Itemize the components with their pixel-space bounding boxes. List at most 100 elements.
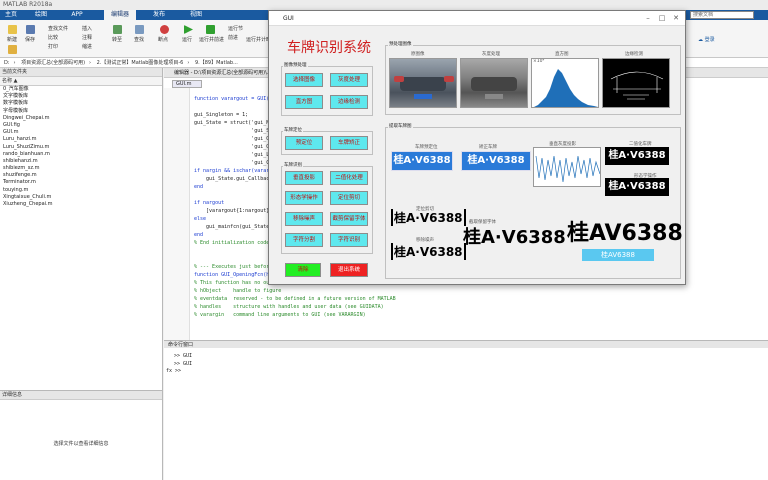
clear-button[interactable]: 清除 [285, 263, 321, 277]
binary-plate-image: 桂A·V6388 [605, 147, 669, 165]
file-item[interactable]: touying.m [0, 187, 162, 194]
address-segment[interactable]: 9.【89】Matlab... [195, 60, 238, 66]
file-item[interactable]: GUI.fig [0, 122, 162, 129]
edge-detect-button[interactable]: 边缘检测 [330, 95, 368, 109]
run-advance-button[interactable]: 运行并前进 [199, 36, 224, 43]
binarize-button[interactable]: 二值化处理 [330, 171, 368, 185]
code-line: gui_Singleton = 1; [194, 112, 249, 118]
keep-font-plate: 桂A·V6388 [463, 227, 566, 248]
exit-button[interactable]: 退出系统 [330, 263, 368, 277]
file-item[interactable]: 数字模板库 [0, 100, 162, 107]
prelocate-plate-label: 车牌预定位 [415, 145, 438, 150]
precise-crop-plate: 桂A·V6388 [391, 209, 466, 226]
histogram-button[interactable]: 直方图 [285, 95, 323, 109]
new-icon[interactable] [8, 25, 17, 34]
insert-button[interactable]: 插入 [82, 25, 92, 32]
address-segment[interactable]: D: [4, 60, 10, 66]
details-hint: 选择文件以查看详细信息 [53, 441, 109, 447]
prelocate-button[interactable]: 预定位 [285, 136, 323, 150]
goto-icon[interactable] [113, 25, 122, 34]
command-window-title: 命令行窗口 [164, 340, 768, 348]
histogram-chart: ×10⁴ [531, 58, 599, 108]
file-item[interactable]: Terminator.m [0, 179, 162, 186]
search-input[interactable]: 搜索文档 [690, 11, 754, 19]
details-panel: 详细信息 选择文件以查看详细信息 [0, 390, 163, 480]
prelocated-plate-image: 桂A·V6388 [391, 151, 453, 171]
command-history: >> GUI >> GUI [174, 352, 192, 368]
tab-home[interactable]: 主页 [0, 10, 22, 20]
tab-publish[interactable]: 发布 [146, 10, 172, 20]
gui-window: GUI – □ ✕ 车牌识别系统 图像预处理 选择图像 灰度处理 直方图 边缘检… [268, 10, 686, 285]
indent-button[interactable]: 缩进 [82, 43, 92, 50]
code-line: % eventdata reserved - to be defined in … [194, 296, 396, 302]
minimize-icon[interactable]: – [641, 11, 655, 26]
run-section-button[interactable]: 运行节 [228, 25, 243, 32]
remove-noise-button[interactable]: 移除噪声 [285, 212, 323, 226]
morphology-button[interactable]: 形态学操作 [285, 191, 323, 205]
compare-button[interactable]: 比较 [48, 34, 58, 41]
corrected-plate-label: 矫正车牌 [479, 145, 497, 150]
file-item[interactable]: Xiuzheng_Chepai.m [0, 201, 162, 208]
file-item[interactable]: shuzifenge.m [0, 172, 162, 179]
code-line: % handles structure with handles and use… [194, 304, 384, 310]
recognize-chars-button[interactable]: 字符识别 [330, 233, 368, 247]
print-button[interactable]: 打印 [48, 43, 58, 50]
editor-tab-gui[interactable]: GUI.m [172, 80, 202, 88]
open-icon[interactable] [8, 45, 17, 54]
correct-plate-button[interactable]: 车牌矫正 [330, 136, 368, 150]
goto-button[interactable]: 转至 [112, 36, 122, 43]
login-button[interactable]: ☁ 登录 [698, 36, 744, 45]
file-list: 0_汽车图像 文字模板库 数字模板库 字母模板库 Dingwei_Chepai.m GUI… [0, 86, 162, 208]
morphology-plate-image: 桂A·V6388 [605, 178, 669, 196]
current-folder-panel: 当前文件夹 名称 ▲ 0_汽车图像 文字模板库 数字模板库 字母模板库 Dingwei_… [0, 68, 163, 390]
file-item[interactable]: rando_bianhuan.m [0, 151, 162, 158]
app-title: MATLAB R2018a [3, 1, 53, 8]
tab-editor[interactable]: 编辑器 [104, 10, 136, 20]
gui-window-title: GUI [283, 15, 294, 22]
recognition-panel-label: 提取车牌图 [388, 123, 413, 129]
line-number-gutter [164, 88, 190, 340]
comment-button[interactable]: 注释 [82, 34, 92, 41]
grayscale-button[interactable]: 灰度处理 [330, 73, 368, 87]
preprocess-panel-label: 图像预处理 [283, 62, 308, 68]
run-icon[interactable] [184, 25, 193, 34]
file-item[interactable]: shibiezm_sz.m [0, 165, 162, 172]
file-item[interactable]: shibiehanzi.m [0, 158, 162, 165]
save-button[interactable]: 保存 [25, 36, 35, 43]
command-prompt[interactable]: fx >> [166, 368, 181, 374]
run-advance-icon[interactable] [206, 25, 215, 34]
file-item[interactable]: Xingtaixue_Chuli.m [0, 194, 162, 201]
tab-plots[interactable]: 绘图 [28, 10, 54, 20]
tab-apps[interactable]: APP [64, 10, 90, 20]
address-segment[interactable]: 2.【测试正常】Matlab图像处理项目-6 [97, 60, 184, 66]
precise-crop-button[interactable]: 定位剪切 [330, 191, 368, 205]
advance-button[interactable]: 前进 [228, 34, 238, 41]
tab-view[interactable]: 视图 [183, 10, 209, 20]
breakpoint-icon[interactable] [160, 25, 169, 34]
close-icon[interactable]: ✕ [669, 11, 683, 26]
maximize-icon[interactable]: □ [655, 11, 669, 26]
address-segment[interactable]: 项目资源汇总(全部源码可用) [21, 60, 85, 66]
run-button[interactable]: 运行 [182, 36, 192, 43]
find-button[interactable]: 查找 [134, 36, 144, 43]
select-image-button[interactable]: 选择图像 [285, 73, 323, 87]
segment-chars-button[interactable]: 字符分割 [285, 233, 323, 247]
file-item[interactable]: 字母模板库 [0, 108, 162, 115]
find-files-button[interactable]: 查找文件 [48, 25, 68, 32]
histogram-bars [534, 69, 598, 107]
file-item[interactable]: Luru_hanzi.m [0, 136, 162, 143]
file-item[interactable]: GUI.m [0, 129, 162, 136]
code-line: else [194, 216, 207, 222]
keep-font-button[interactable]: 截剪保留字体 [330, 212, 368, 226]
vertical-projection-button[interactable]: 垂直投影 [285, 171, 323, 185]
command-window[interactable]: >> GUI >> GUI fx >> [164, 348, 768, 480]
find-icon[interactable] [135, 25, 144, 34]
save-icon[interactable] [26, 25, 35, 34]
code-line: % hObject handle to figure [194, 288, 282, 294]
file-item[interactable]: Luru_ShuziZimu.m [0, 144, 162, 151]
file-item[interactable]: Dingwei_Chepai.m [0, 115, 162, 122]
segmented-chars-plate: 桂AV6388 [567, 221, 683, 246]
name-column-header[interactable]: 名称 ▲ [0, 77, 162, 86]
breakpoint-button[interactable]: 断点 [158, 36, 168, 43]
new-button[interactable]: 新建 [7, 36, 17, 43]
